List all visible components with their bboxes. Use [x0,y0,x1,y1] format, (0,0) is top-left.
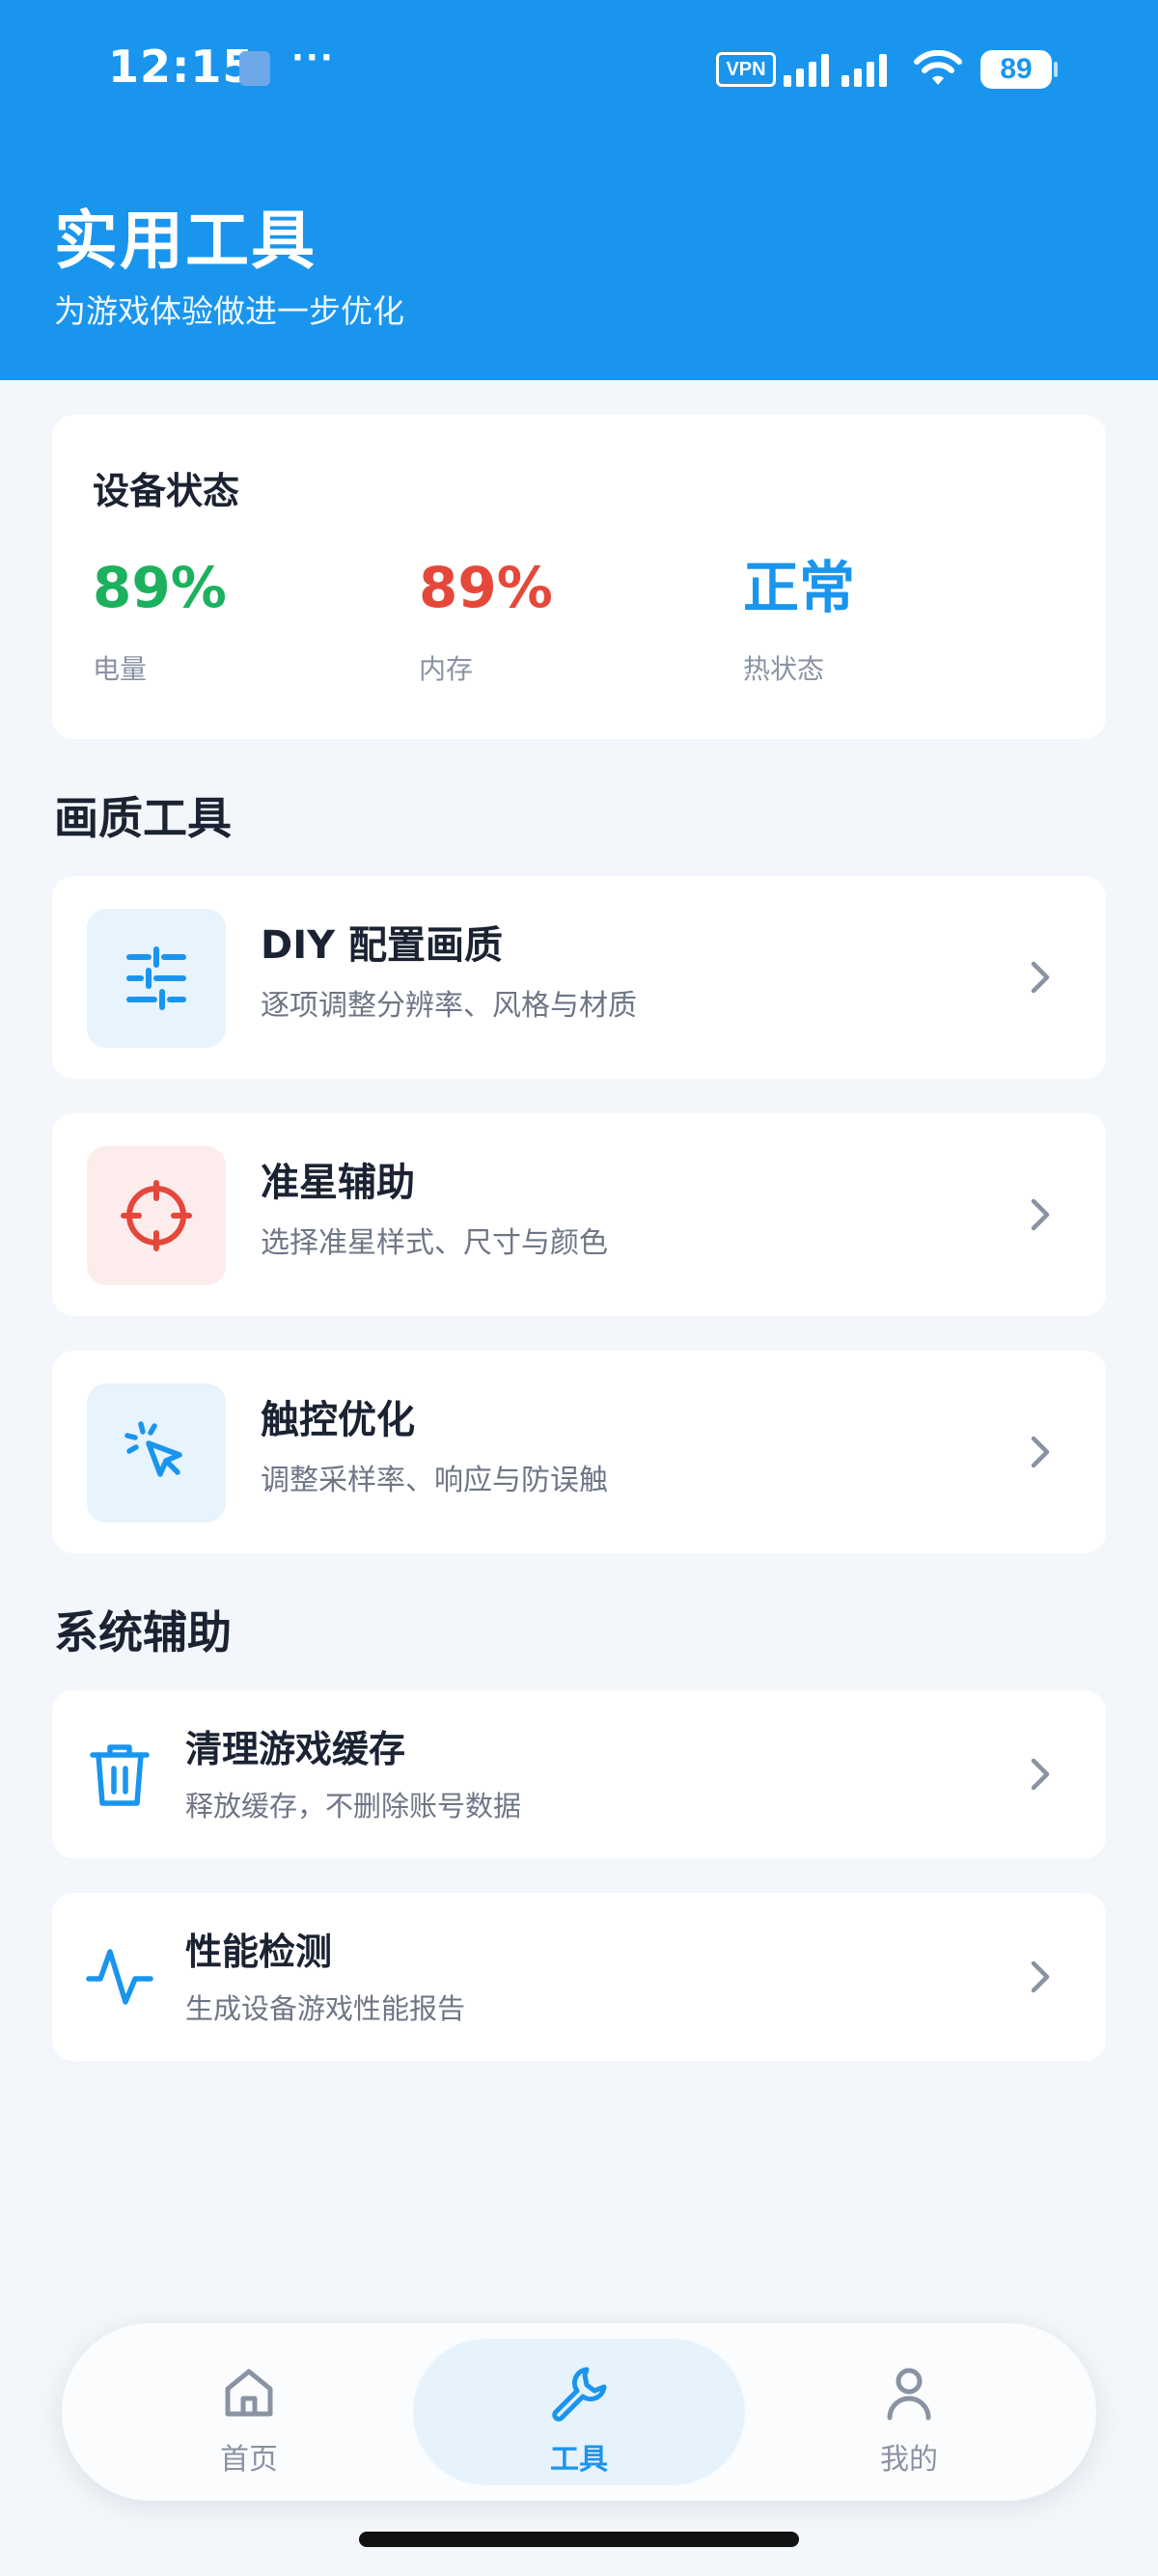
pulse-icon [86,1949,153,2005]
signal-icon [784,54,887,87]
diy-graphics-icon-box [87,909,226,1048]
page-title: 实用工具 [54,204,317,278]
touch-optimize-text: 触控优化 调整采样率、响应与防误触 [261,1401,608,1495]
battery-label: 电量 [93,653,148,685]
touch-pointer-icon [124,1421,182,1477]
memory-label: 内存 [419,653,474,685]
nav-label-home: 首页 [220,2443,278,2477]
chevron-right-icon [1031,1436,1050,1468]
crosshair-item[interactable]: 准星辅助 选择准星样式、尺寸与颜色 [52,1113,1106,1316]
diy-graphics-title: DIY 配置画质 [261,923,503,968]
wrench-icon [552,2367,607,2422]
battery-value: 89% [93,555,227,620]
app-notification-icon [239,51,270,86]
touch-optimize-title: 触控优化 [261,1398,415,1442]
crosshair-desc: 选择准星样式、尺寸与颜色 [261,1226,608,1260]
performance-test-text: 性能检测 生成设备游戏性能报告 [185,1933,465,2023]
thermal-label: 热状态 [743,653,825,685]
device-status-title: 设备状态 [93,470,240,512]
crosshair-title: 准星辅助 [261,1161,415,1205]
clear-cache-title: 清理游戏缓存 [185,1728,406,1770]
nav-label-tools: 工具 [550,2443,608,2477]
section-title-system: 系统辅助 [54,1606,232,1658]
performance-test-title: 性能检测 [185,1931,333,1973]
wifi-icon [914,50,962,85]
battery-icon: 89 [980,50,1052,89]
thermal-stat: 正常 热状态 [743,560,855,687]
clear-cache-item[interactable]: 清理游戏缓存 释放缓存，不删除账号数据 [52,1690,1106,1858]
page-subtitle: 为游戏体验做进一步优化 [54,292,404,330]
memory-value: 89% [419,555,553,620]
section-title-graphics: 画质工具 [54,792,232,844]
touch-optimize-item[interactable]: 触控优化 调整采样率、响应与防误触 [52,1351,1106,1553]
battery-stat: 89% 电量 [93,560,227,687]
nav-item-tools[interactable]: 工具 [413,2339,745,2485]
performance-test-desc: 生成设备游戏性能报告 [185,1992,466,2025]
chevron-right-icon [1031,1960,1050,1993]
device-status-card: 设备状态 89% 电量 89% 内存 正常 热状态 [52,415,1106,739]
header: 12:15 ··· VPN 89 实用工具 为游戏体验做进一步优化 [0,0,1158,380]
performance-test-item[interactable]: 性能检测 生成设备游戏性能报告 [52,1893,1106,2061]
diy-graphics-text: DIY 配置画质 逐项调整分辨率、风格与材质 [261,926,637,1021]
touch-optimize-icon-box [87,1384,226,1522]
user-icon [887,2368,931,2421]
nav-item-home[interactable]: 首页 [83,2339,415,2485]
bottom-navigation: 首页 工具 我的 [62,2323,1096,2501]
crosshair-icon [121,1180,192,1251]
chevron-right-icon [1031,1758,1050,1791]
home-icon [225,2369,273,2417]
memory-stat: 89% 内存 [419,560,553,687]
chevron-right-icon [1031,1198,1050,1231]
nav-item-profile[interactable]: 我的 [743,2339,1075,2485]
status-time: 12:15 [108,41,255,93]
chevron-right-icon [1031,961,1050,994]
status-bar: 12:15 ··· VPN 89 [0,0,1158,145]
clear-cache-desc: 释放缓存，不删除账号数据 [185,1790,522,1822]
home-indicator[interactable] [359,2532,799,2547]
battery-tip [1054,62,1058,77]
more-notifications-icon: ··· [291,39,335,77]
crosshair-icon-box [87,1146,226,1285]
nav-label-profile: 我的 [880,2443,938,2477]
crosshair-text: 准星辅助 选择准星样式、尺寸与颜色 [261,1164,608,1258]
diy-graphics-desc: 逐项调整分辨率、风格与材质 [261,989,637,1023]
diy-graphics-item[interactable]: DIY 配置画质 逐项调整分辨率、风格与材质 [52,876,1106,1079]
clear-cache-text: 清理游戏缓存 释放缓存，不删除账号数据 [185,1731,521,1821]
sliders-icon [126,946,186,1010]
vpn-icon: VPN [716,52,776,87]
touch-optimize-desc: 调整采样率、响应与防误触 [261,1464,608,1497]
thermal-value: 正常 [743,555,856,620]
trash-icon [90,1744,150,1806]
